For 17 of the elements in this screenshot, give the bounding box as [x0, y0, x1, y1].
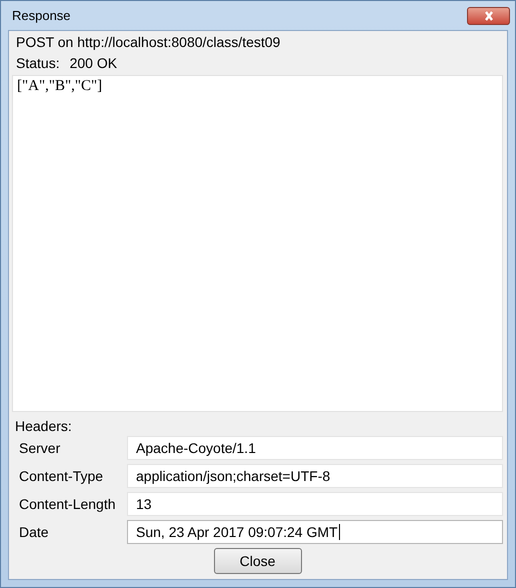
response-body-area[interactable]: ["A","B","C"]	[12, 75, 503, 412]
header-value-field[interactable]: application/json;charset=UTF-8	[127, 464, 503, 488]
header-name: Date	[19, 523, 50, 542]
header-name: Server	[19, 439, 62, 458]
close-dialog-button[interactable]: Close	[214, 548, 302, 574]
status-value: 200 OK	[70, 54, 118, 70]
header-name: Content-Type	[19, 467, 104, 486]
close-button[interactable]	[467, 6, 510, 24]
window-title: Response	[11, 8, 71, 23]
header-value-field[interactable]: 13	[127, 492, 503, 516]
header-value-field[interactable]: Sun, 23 Apr 2017 09:07:24 GMT	[127, 520, 503, 544]
response-body-text: ["A","B","C"]	[17, 78, 102, 94]
header-name: Content-Length	[19, 495, 117, 514]
header-value-field[interactable]: Apache-Coyote/1.1	[127, 436, 503, 460]
request-line: POST on http://localhost:8080/class/test09	[15, 32, 282, 52]
headers-label: Headers:	[14, 417, 73, 436]
status-label: Status:	[16, 54, 60, 70]
